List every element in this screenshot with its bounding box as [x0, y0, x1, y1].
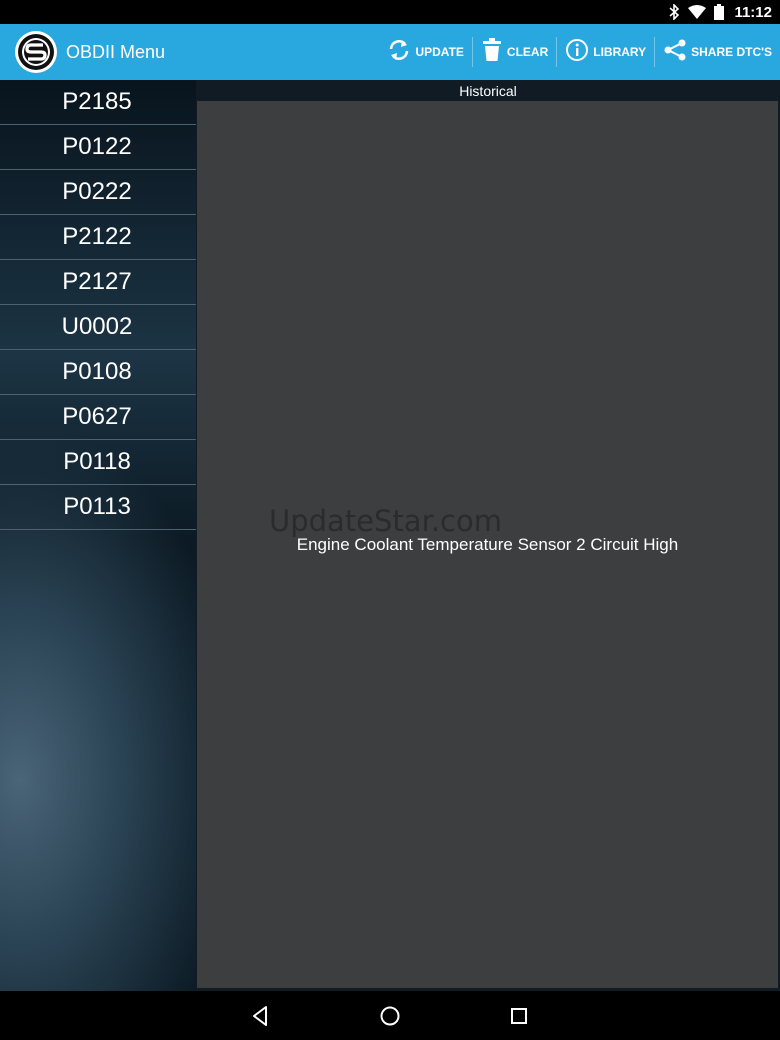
dtc-detail-panel: UpdateStar.com Engine Coolant Temperatur…: [197, 101, 778, 988]
dtc-detail-area: Historical UpdateStar.com Engine Coolant…: [196, 80, 780, 991]
dtc-code: P0108: [62, 358, 132, 385]
dtc-list-item[interactable]: P2185: [0, 80, 196, 125]
status-clock: 11:12: [734, 3, 772, 21]
clear-label: CLEAR: [506, 45, 549, 59]
dtc-list-item[interactable]: P0108: [0, 350, 196, 395]
watermark: UpdateStar.com: [269, 504, 502, 538]
dtc-code: P0627: [62, 403, 132, 430]
update-label: UPDATE: [415, 45, 464, 59]
status-bar: 11:12: [0, 0, 780, 24]
action-buttons: UPDATE CLEAR LIBRARY SHARE DTC'S: [379, 24, 780, 80]
dtc-list-item[interactable]: P0122: [0, 125, 196, 170]
clear-button[interactable]: CLEAR: [473, 24, 556, 80]
app-title: OBDII Menu: [66, 41, 166, 62]
dtc-code: P0222: [62, 178, 132, 205]
back-icon[interactable]: [247, 1003, 273, 1029]
dtc-list-item[interactable]: P2122: [0, 215, 196, 260]
dtc-list-item[interactable]: P0627: [0, 395, 196, 440]
dtc-description: Engine Coolant Temperature Sensor 2 Circ…: [296, 535, 679, 554]
home-icon[interactable]: [377, 1003, 403, 1029]
action-bar: OBDII Menu UPDATE CLEAR LIBRARY SHARE DT…: [0, 24, 780, 80]
dtc-code: P0113: [63, 493, 131, 520]
dtc-code: P2127: [62, 268, 132, 295]
dtc-list-item[interactable]: P0118: [0, 440, 196, 485]
navigation-bar: [0, 991, 780, 1040]
dtc-list-item[interactable]: P2127: [0, 260, 196, 305]
dtc-list-item[interactable]: P0222: [0, 170, 196, 215]
trash-icon: [481, 38, 503, 66]
dtc-code-list: P2185 P0122 P0222 P2122 P2127 U0002 P010…: [0, 80, 196, 991]
dtc-code: P0118: [63, 448, 131, 475]
s-logo-icon[interactable]: [15, 31, 57, 73]
library-label: LIBRARY: [593, 45, 647, 59]
dtc-code: P0122: [62, 133, 132, 160]
share-dtcs-button[interactable]: SHARE DTC'S: [655, 24, 780, 80]
refresh-icon: [387, 38, 411, 66]
dtc-list-item[interactable]: P0113: [0, 485, 196, 530]
update-button[interactable]: UPDATE: [379, 24, 471, 80]
dtc-list-item[interactable]: U0002: [0, 305, 196, 350]
share-icon: [663, 38, 687, 66]
dtc-code: P2185: [62, 88, 132, 115]
share-dtcs-label: SHARE DTC'S: [691, 45, 772, 59]
dtc-code: P2122: [62, 223, 132, 250]
library-button[interactable]: LIBRARY: [557, 24, 654, 80]
dtc-code: U0002: [61, 313, 133, 340]
section-header: Historical: [459, 83, 517, 99]
wifi-icon: [688, 5, 707, 19]
info-icon: [565, 38, 589, 66]
bluetooth-icon: [668, 4, 680, 20]
battery-icon: [714, 4, 725, 20]
recents-icon[interactable]: [506, 1003, 532, 1029]
